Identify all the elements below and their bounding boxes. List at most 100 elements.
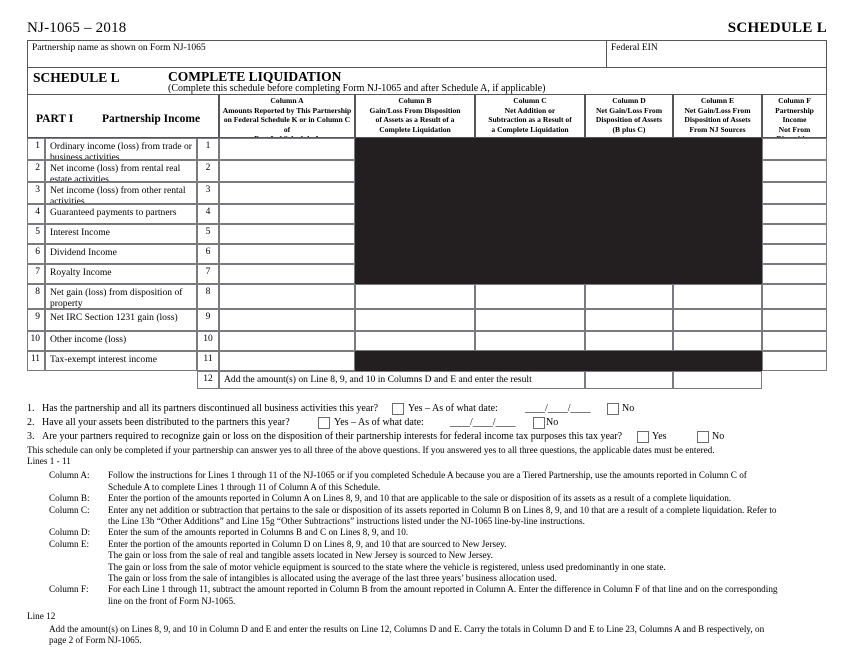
entry-cell-c-line-9[interactable] [475,309,585,331]
entry-cell-c-line-8[interactable] [475,284,585,309]
question-text: Have all your assets been distributed to… [42,417,290,428]
question-number: 2. [27,417,35,428]
entry-cell-f-line-7[interactable] [762,264,827,284]
column-header-line: Amounts Reported by This Partnership [222,105,352,115]
question-2-no-checkbox[interactable] [533,417,545,429]
entry-cell-a-line-9[interactable] [219,309,355,331]
part-label: PART I [36,113,74,125]
entry-cell-d-line-9[interactable] [585,309,673,331]
column-header-d: Column D Net Gain/Loss From Disposition of… [585,94,673,138]
entry-cell-d-line-8[interactable] [585,284,673,309]
entry-cell-f-line-11[interactable] [762,351,827,371]
entry-cell-c-line-10[interactable] [475,331,585,351]
entry-cell-a-line-6[interactable] [219,244,355,264]
eligibility-note: This schedule can only be completed if y… [27,445,715,455]
column-header-line: of Assets as a Result of a [375,115,455,125]
question-1-date-field[interactable]: ____/____/____ [525,403,591,414]
entry-cell-a-line-11[interactable] [219,351,355,371]
row-number-inner: 1 [197,138,219,160]
line-12-label: Add the amount(s) on Line 8, 9, and 10 i… [219,371,585,389]
row-number-outer: 8 [27,284,45,309]
entry-cell-f-line-8[interactable] [762,284,827,309]
entry-cell-e-line-10[interactable] [673,331,762,351]
column-header-line: Subtraction as a Result of [488,115,572,125]
entry-cell-a-line-3[interactable] [219,182,355,204]
question-3: 3. Are your partners required to recogniz… [0,431,843,445]
question-number: 3. [27,431,35,442]
row-label: Guaranteed payments to partners [45,204,197,224]
question-1-no-checkbox[interactable] [607,403,619,415]
column-header-line: From NJ Sources [689,124,746,134]
question-number: 1. [27,403,35,414]
column-header-line: Net Gain/Loss From [595,105,663,115]
row-number-inner: 10 [197,331,219,351]
entry-cell-a-line-5[interactable] [219,224,355,244]
entry-cell-f-line-3[interactable] [762,182,827,204]
row-number-inner: 4 [197,204,219,224]
entry-cell-a-line-4[interactable] [219,204,355,224]
form-header: NJ-1065 – 2018 SCHEDULE L [27,20,827,38]
question-3-yes-checkbox[interactable] [637,431,649,443]
instruction-text-line: the Line 13b “Other Additions” and Line … [108,515,585,526]
row-label: Net IRC Section 1231 gain (loss) [45,309,197,331]
entry-cell-e-line-9[interactable] [673,309,762,331]
instruction-label: Column B: [49,493,90,504]
entry-cell-b-line-9[interactable] [355,309,475,331]
entry-cell-b-line-10[interactable] [355,331,475,351]
entry-cell-d-line-12[interactable] [585,371,673,389]
column-header-line: on Federal Schedule K or in Column C of [223,115,351,134]
form-id-label: NJ-1065 – 2018 [27,20,127,36]
entry-cell-a-line-2[interactable] [219,160,355,182]
entry-cell-f-line-4[interactable] [762,204,827,224]
row-label: Other income (loss) [45,331,197,351]
row-number-outer: 2 [27,160,45,182]
column-header-line: Disposition of Assets [684,115,751,125]
row-number-inner: 11 [197,351,219,371]
question-1: 1. Has the partnership and all its partne… [0,403,843,417]
row-number-outer: 4 [27,204,45,224]
column-header-b: Column B Gain/Loss From Disposition of Ass… [355,94,475,138]
part-header-cell: PART I Partnership Income [27,94,219,138]
column-header-line: Gain/Loss From Disposition [369,105,461,115]
instruction-text-line: Schedule A to complete Lines 1 through 1… [108,481,381,492]
shaded-block-lines-1-7 [355,138,762,284]
column-header-line: a Complete Liquidation [491,124,569,134]
instruction-text-line: line on the front of Form NJ-1065. [108,595,236,606]
question-2-date-field[interactable]: ____/____/____ [450,417,516,428]
instruction-text-line: For each Line 1 through 11, subtract the… [108,584,778,595]
question-2-yes-checkbox[interactable] [318,417,330,429]
schedule-label: SCHEDULE L [727,20,827,36]
question-1-yes-checkbox[interactable] [392,403,404,415]
entry-cell-e-line-12[interactable] [673,371,762,389]
entry-cell-f-line-5[interactable] [762,224,827,244]
entry-cell-a-line-7[interactable] [219,264,355,284]
instruction-text-line: Follow the instructions for Lines 1 thro… [108,470,747,481]
question-no-label: No [712,431,725,442]
row-number-inner: 5 [197,224,219,244]
column-header-line: Partnership Income [775,105,814,125]
row-label: Royalty Income [45,264,197,284]
schedule-title-sub: (Complete this schedule before completin… [168,83,546,94]
entry-cell-f-line-2[interactable] [762,160,827,182]
question-text: Are your partners required to recognize … [42,431,623,442]
question-3-no-checkbox[interactable] [697,431,709,443]
entry-cell-f-line-6[interactable] [762,244,827,264]
instruction-label: Column C: [49,504,90,515]
entry-cell-f-line-1[interactable] [762,138,827,160]
question-yes-label: Yes – As of what date: [334,417,424,428]
row-number-inner: 8 [197,284,219,309]
entry-cell-a-line-8[interactable] [219,284,355,309]
entry-cell-b-line-8[interactable] [355,284,475,309]
entry-cell-f-line-10[interactable] [762,331,827,351]
name-ein-box: Partnership name as shown on Form NJ-106… [27,40,827,68]
row-label: Tax-exempt interest income [45,351,197,371]
row-number-outer: 1 [27,138,45,160]
part-title: Partnership Income [102,113,201,125]
entry-cell-e-line-8[interactable] [673,284,762,309]
question-2: 2. Have all your assets been distributed … [0,417,843,431]
entry-cell-a-line-10[interactable] [219,331,355,351]
entry-cell-a-line-1[interactable] [219,138,355,160]
entry-cell-f-line-9[interactable] [762,309,827,331]
partnership-name-label: Partnership name as shown on Form NJ-106… [32,43,206,53]
entry-cell-d-line-10[interactable] [585,331,673,351]
